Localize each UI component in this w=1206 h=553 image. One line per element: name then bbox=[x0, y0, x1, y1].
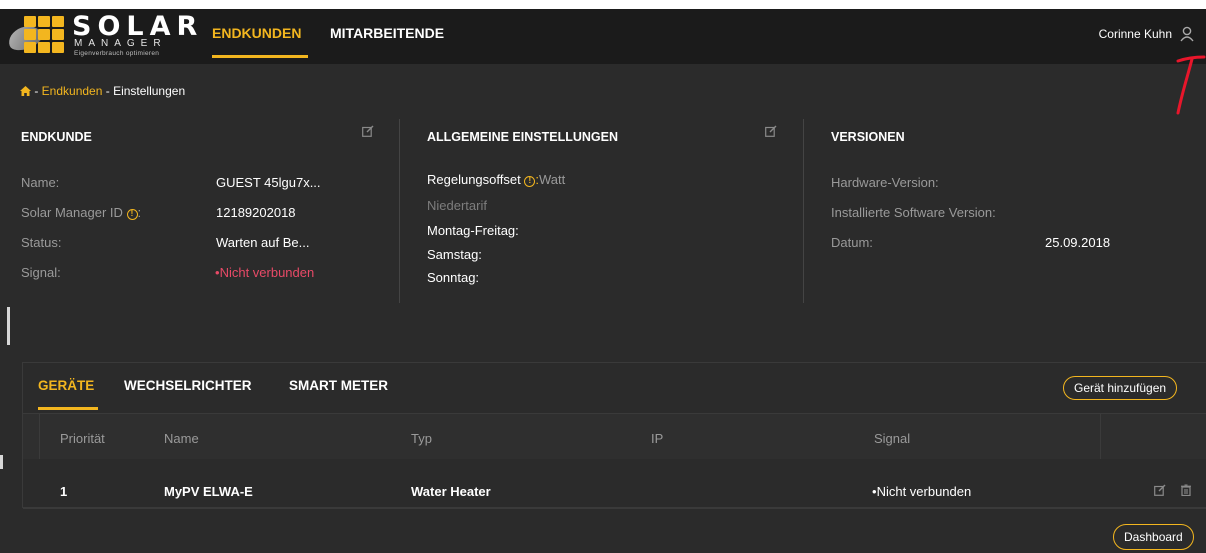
status-value: Warten auf Be... bbox=[216, 235, 310, 250]
signal-label: Signal: bbox=[21, 265, 61, 280]
dashboard-button[interactable]: Dashboard bbox=[1113, 524, 1194, 550]
edit-einstellungen-icon[interactable] bbox=[765, 125, 777, 137]
red-annotation-arrow bbox=[1176, 55, 1206, 115]
column-header-ip[interactable]: IP bbox=[651, 431, 663, 446]
breadcrumb-endkunden-link[interactable]: Endkunden bbox=[42, 84, 103, 98]
solar-manager-logo[interactable]: SOLAR MANAGER Eigenverbrauch optimieren bbox=[5, 11, 208, 61]
delete-row-icon[interactable] bbox=[1180, 484, 1192, 496]
edit-row-icon[interactable] bbox=[1154, 484, 1166, 496]
nav-active-underline bbox=[212, 55, 308, 58]
solar-manager-id-label: Solar Manager ID !: bbox=[21, 205, 142, 220]
endkunde-title: ENDKUNDE bbox=[21, 130, 92, 144]
breadcrumb-separator: - bbox=[31, 84, 42, 98]
allgemeine-einstellungen-title: ALLGEMEINE EINSTELLUNGEN bbox=[427, 130, 618, 144]
column-header-signal[interactable]: Signal bbox=[874, 431, 910, 446]
regelungsoffset-unit: Watt bbox=[538, 172, 566, 187]
name-label: Name: bbox=[21, 175, 60, 190]
cell-name: MyPV ELWA-E bbox=[164, 484, 253, 499]
column-header-typ[interactable]: Typ bbox=[411, 431, 432, 446]
name-value: GUEST 45lgu7x... bbox=[216, 175, 321, 190]
user-icon[interactable] bbox=[1180, 26, 1194, 42]
info-icon[interactable]: ! bbox=[126, 209, 138, 220]
samstag-label: Samstag: bbox=[427, 247, 482, 262]
user-name[interactable]: Corinne Kuhn bbox=[1099, 27, 1172, 41]
logo-tagline: Eigenverbrauch optimieren bbox=[74, 50, 160, 57]
logo-sub: MANAGER bbox=[74, 38, 167, 49]
tab-active-underline bbox=[38, 407, 98, 410]
left-edge-mark bbox=[0, 455, 3, 469]
info-icon[interactable]: ! bbox=[524, 176, 536, 187]
column-divider bbox=[39, 414, 40, 459]
home-icon[interactable] bbox=[20, 86, 31, 96]
hardware-version-label: Hardware-Version: bbox=[831, 175, 939, 190]
breadcrumb: - Endkunden - Einstellungen bbox=[20, 84, 185, 98]
breadcrumb-current: Einstellungen bbox=[113, 84, 186, 98]
table-header-row bbox=[23, 414, 1206, 459]
left-edge-mark bbox=[7, 307, 10, 345]
montag-freitag-label: Montag-Freitag: bbox=[427, 223, 519, 238]
nav-endkunden[interactable]: ENDKUNDEN bbox=[212, 25, 301, 41]
app-window: SOLAR MANAGER Eigenverbrauch optimieren … bbox=[0, 9, 1206, 553]
tab-geraete[interactable]: GERÄTE bbox=[38, 378, 94, 393]
niedertarif-label: Niedertarif bbox=[427, 198, 487, 213]
cell-signal: •Nicht verbunden bbox=[872, 484, 972, 499]
solar-manager-id-value: 12189202018 bbox=[216, 205, 296, 220]
regelungsoffset-row: Regelungsoffset !:Watt bbox=[427, 172, 566, 187]
status-label: Status: bbox=[21, 235, 62, 250]
tab-wechselrichter[interactable]: WECHSELRICHTER bbox=[124, 378, 252, 393]
column-divider bbox=[1100, 414, 1101, 459]
column-header-name[interactable]: Name bbox=[164, 431, 199, 446]
devices-tabs-panel: GERÄTE WECHSELRICHTER SMART METER Gerät … bbox=[22, 362, 1206, 509]
sonntag-label: Sonntag: bbox=[427, 270, 480, 285]
nav-mitarbeitende[interactable]: MITARBEITENDE bbox=[330, 25, 444, 41]
add-device-button[interactable]: Gerät hinzufügen bbox=[1063, 376, 1178, 400]
cell-prioritaet: 1 bbox=[60, 484, 68, 499]
cell-typ: Water Heater bbox=[411, 484, 491, 499]
software-version-label: Installierte Software Version: bbox=[831, 205, 996, 220]
versionen-title: VERSIONEN bbox=[831, 130, 905, 144]
datum-value: 25.09.2018 bbox=[1045, 235, 1111, 250]
datum-label: Datum: bbox=[831, 235, 873, 250]
panel-divider bbox=[803, 119, 804, 303]
edit-endkunde-icon[interactable] bbox=[362, 125, 374, 137]
signal-value: •Nicht verbunden bbox=[215, 265, 315, 280]
logo-brand: SOLAR bbox=[72, 11, 204, 42]
panel-divider bbox=[399, 119, 400, 303]
tab-smart-meter[interactable]: SMART METER bbox=[289, 378, 388, 393]
column-header-prioritaet[interactable]: Priorität bbox=[60, 431, 105, 446]
logo-grid-icon bbox=[24, 16, 66, 54]
breadcrumb-separator: - bbox=[102, 84, 114, 98]
table-row-divider bbox=[23, 508, 1206, 509]
top-navigation-bar: SOLAR MANAGER Eigenverbrauch optimieren … bbox=[0, 9, 1206, 64]
